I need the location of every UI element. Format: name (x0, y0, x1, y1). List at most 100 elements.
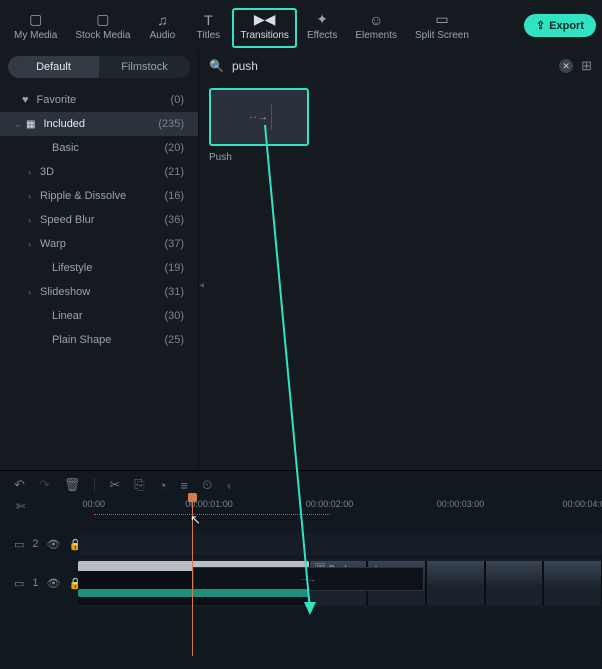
tab-label: Effects (307, 30, 337, 41)
track-2: ▭ 2 👁 🔒 (0, 533, 602, 555)
track-header[interactable]: ▭ 1 👁 🔒 (0, 577, 78, 590)
search-row: 🔍 ✕ ⊞ (199, 50, 602, 82)
tab-label: Stock Media (75, 30, 130, 41)
category-linear[interactable]: Linear(30) (0, 304, 198, 328)
timeline-tracks: ▭ 2 👁 🔒 ▭ 1 👁 🔒 🖼Background (0, 533, 602, 607)
divider-line (271, 104, 272, 130)
category-lifestyle[interactable]: Lifestyle(19) (0, 256, 198, 280)
transition-item-push[interactable]: ··→ Push (209, 88, 309, 163)
category-ripple-dissolve[interactable]: ›Ripple & Dissolve(16) (0, 184, 198, 208)
timeline-ruler[interactable]: 00:00 00:00:01:00 00:00:02:00 00:00:03:0… (16, 499, 602, 519)
category-favorite[interactable]: ♥ Favorite (0) (0, 88, 198, 112)
link-icon[interactable]: ⎘ (134, 477, 144, 493)
audio-clip[interactable] (78, 589, 309, 597)
category-label: Linear (52, 310, 164, 322)
ruler-tick: 00:00:03:00 (437, 499, 485, 509)
category-label: Included (43, 118, 158, 130)
timeline-panel: ↶ ↷ 🗑 ✂ ⎘ ◔ ≡ ⏲ ◐ ✄ 00:00 00:00:01:00 00… (0, 470, 602, 669)
color-icon: ◐ (226, 478, 234, 493)
split-icon[interactable]: ✂ (109, 477, 120, 493)
settings-icon[interactable]: ≡ (181, 478, 189, 493)
redo-icon: ↷ (39, 477, 50, 493)
tab-transitions[interactable]: ▶◀ Transitions (232, 8, 297, 48)
source-tabs: Default Filmstock (0, 50, 198, 82)
category-label: Lifestyle (52, 262, 164, 274)
collapse-sidebar-icon[interactable]: ◂ (199, 280, 204, 291)
ruler-tick: 00:00:04:00 (562, 499, 602, 509)
category-list: ♥ Favorite (0) ⌄ ▦ Included (235) Basic(… (0, 82, 198, 358)
visibility-icon[interactable]: 👁 (47, 538, 61, 551)
category-count: (37) (164, 238, 184, 250)
category-slideshow[interactable]: ›Slideshow(31) (0, 280, 198, 304)
tab-titles[interactable]: TTitles (186, 8, 230, 48)
export-icon: ⇪ (536, 19, 545, 32)
category-count: (0) (171, 94, 184, 106)
arrow-right-icon: ··→ (249, 112, 269, 123)
tab-label: Elements (355, 30, 397, 41)
tab-stock-media[interactable]: ▢Stock Media (67, 8, 138, 48)
transition-thumbnails: ··→ Push (199, 82, 602, 169)
tab-my-media[interactable]: ▢My Media (6, 8, 65, 48)
split-icon: ▭ (435, 12, 448, 28)
titles-icon: T (204, 12, 213, 28)
tab-label: Transitions (240, 30, 289, 41)
tab-audio[interactable]: ♫Audio (140, 8, 184, 48)
transition-on-track[interactable]: ··→ (193, 567, 424, 591)
category-count: (21) (164, 166, 184, 178)
track-1: ▭ 1 👁 🔒 🖼Background ··→ (0, 559, 602, 607)
browser-panel: 🔍 ✕ ⊞ ··→ Push (199, 50, 602, 470)
chevron-right-icon: › (28, 287, 40, 297)
search-input[interactable] (232, 59, 551, 73)
chevron-right-icon: › (28, 191, 40, 201)
category-label: Ripple & Dissolve (40, 190, 164, 202)
playhead-handle[interactable] (188, 493, 197, 502)
clear-search-button[interactable]: ✕ (559, 59, 573, 73)
tab-effects[interactable]: ✦Effects (299, 8, 345, 48)
category-basic[interactable]: Basic(20) (0, 136, 198, 160)
tab-elements[interactable]: ☺Elements (347, 8, 405, 48)
category-count: (31) (164, 286, 184, 298)
category-label: Warp (40, 238, 164, 250)
source-tab-filmstock[interactable]: Filmstock (99, 56, 190, 78)
category-label: Basic (52, 142, 164, 154)
track-number: 1 (32, 577, 38, 589)
top-toolbar: ▢My Media ▢Stock Media ♫Audio TTitles ▶◀… (0, 0, 602, 50)
main-area: Default Filmstock ♥ Favorite (0) ⌄ ▦ Inc… (0, 50, 602, 470)
category-sidebar: Default Filmstock ♥ Favorite (0) ⌄ ▦ Inc… (0, 50, 199, 470)
delete-icon[interactable]: 🗑 (64, 477, 81, 493)
speed-icon[interactable]: ⏲ (202, 477, 212, 493)
category-included[interactable]: ⌄ ▦ Included (235) (0, 112, 198, 136)
chevron-right-icon: › (28, 167, 40, 177)
category-3d[interactable]: ›3D(21) (0, 160, 198, 184)
category-count: (20) (164, 142, 184, 154)
transitions-icon: ▶◀ (254, 12, 276, 28)
category-warp[interactable]: ›Warp(37) (0, 232, 198, 256)
track-body[interactable]: 🖼Background ··→ (78, 559, 602, 607)
track-header[interactable]: ▭ 2 👁 🔒 (0, 538, 78, 551)
visibility-icon[interactable]: 👁 (47, 577, 61, 590)
category-count: (36) (164, 214, 184, 226)
track-number: 2 (32, 538, 38, 550)
chevron-down-icon: ⌄ (14, 119, 26, 130)
export-button[interactable]: ⇪Export (524, 14, 596, 37)
category-count: (235) (158, 118, 184, 130)
view-grid-button[interactable]: ⊞ (581, 58, 592, 74)
category-count: (19) (164, 262, 184, 274)
tab-split-screen[interactable]: ▭ Split Screen (407, 8, 477, 48)
marker-icon[interactable]: ◔ (159, 478, 167, 493)
undo-icon[interactable]: ↶ (14, 477, 25, 493)
tab-label: Split Screen (415, 30, 469, 41)
category-speed-blur[interactable]: ›Speed Blur(36) (0, 208, 198, 232)
chevron-right-icon: › (28, 239, 40, 249)
search-icon: 🔍 (209, 59, 224, 73)
heart-icon: ♥ (22, 94, 29, 106)
category-label: Slideshow (40, 286, 164, 298)
mouse-cursor-icon: ↖ (190, 512, 201, 528)
category-plain-shape[interactable]: Plain Shape(25) (0, 328, 198, 352)
push-preview[interactable]: ··→ (209, 88, 309, 146)
tab-label: My Media (14, 30, 57, 41)
ruler-tick: 00:00 (82, 499, 105, 509)
range-indicator (94, 514, 330, 516)
track-body[interactable] (78, 533, 602, 555)
source-tab-default[interactable]: Default (8, 56, 99, 78)
